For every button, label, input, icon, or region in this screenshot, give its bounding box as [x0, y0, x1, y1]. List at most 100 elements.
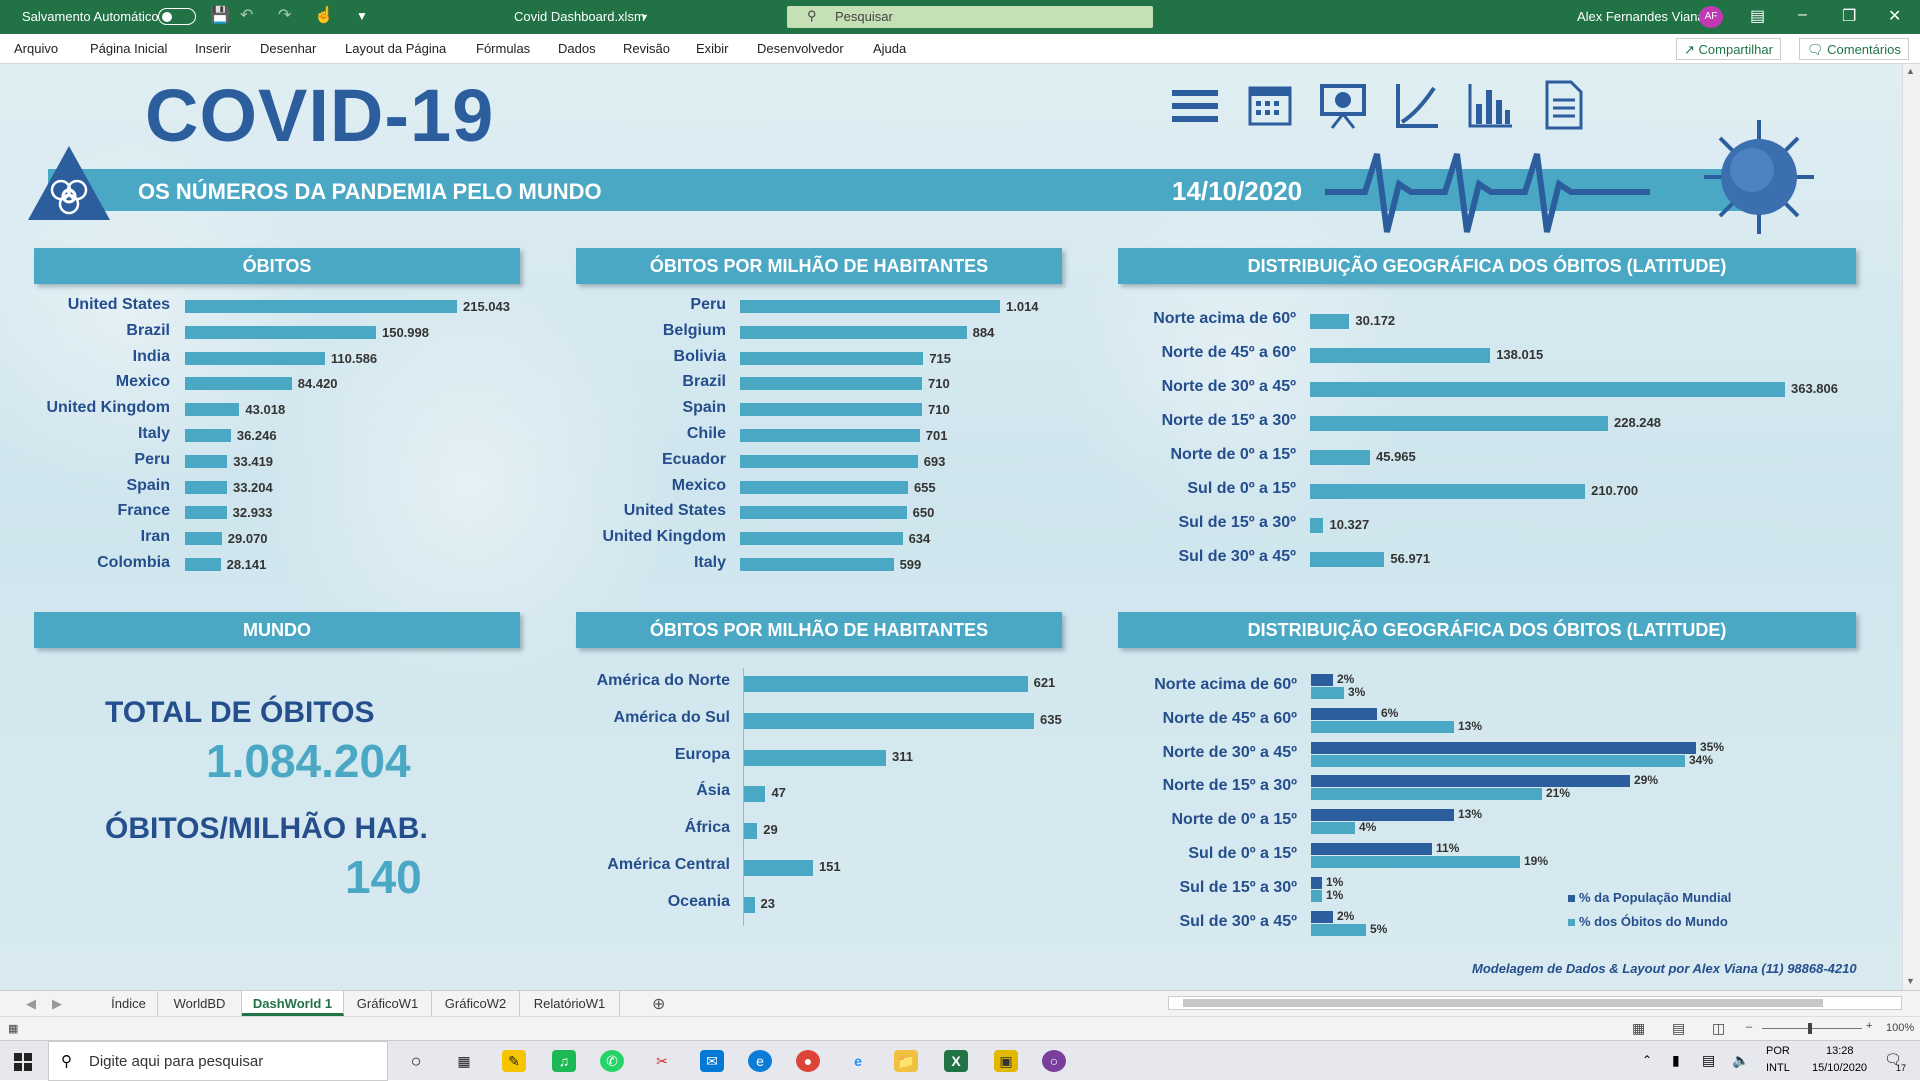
mail-icon[interactable]: ✉ [700, 1050, 724, 1072]
network-icon[interactable]: ▤ [1702, 1052, 1715, 1069]
snipping-tool-icon[interactable]: ✂ [650, 1050, 674, 1072]
scroll-up-icon[interactable]: ▲ [1906, 66, 1915, 76]
prev-sheet-icon[interactable]: ◀ [26, 996, 36, 1012]
cortana-icon[interactable]: ○ [404, 1050, 428, 1072]
customize-qat-icon[interactable]: ▼ [356, 6, 368, 26]
save-icon[interactable]: 💾 [210, 6, 230, 26]
windows-start-icon[interactable] [14, 1053, 32, 1071]
page-layout-view-icon[interactable]: ▤ [1672, 1020, 1685, 1037]
chrome-icon[interactable]: ● [796, 1050, 820, 1072]
data-label: 710 [928, 402, 950, 418]
language-indicator[interactable]: POR [1766, 1045, 1790, 1057]
menu-desenvolvedor[interactable]: Desenvolvedor [757, 41, 844, 56]
battery-icon[interactable]: ▮ [1672, 1052, 1680, 1069]
horizontal-scrollbar[interactable] [1168, 996, 1902, 1010]
edge-icon[interactable]: e [748, 1050, 772, 1072]
ribbon-display-icon[interactable]: ▤ [1750, 6, 1765, 26]
sheet-tab-dashworld1[interactable]: DashWorld 1 [242, 991, 344, 1016]
sheet-tab-graficow2[interactable]: GráficoW2 [432, 991, 520, 1016]
menu-pagina-inicial[interactable]: Página Inicial [90, 41, 167, 56]
share-button[interactable]: ↗ Compartilhar [1676, 38, 1781, 60]
clock-date[interactable]: 15/10/2020 [1812, 1062, 1867, 1074]
undo-icon[interactable]: ↶ [240, 6, 253, 26]
comments-button[interactable]: 🗨 Comentários [1799, 38, 1909, 60]
legend-swatch [1568, 895, 1575, 902]
panel-header-continentes: ÓBITOS POR MILHÃO DE HABITANTES [576, 612, 1062, 648]
heartbeat-line-icon [1325, 153, 1650, 233]
sheet-tab-graficow1[interactable]: GráficoW1 [344, 991, 432, 1016]
file-name[interactable]: Covid Dashboard.xlsm [514, 9, 645, 24]
category-label: Chile [686, 425, 726, 442]
data-bar [740, 325, 967, 339]
zoom-slider[interactable] [1762, 1023, 1862, 1034]
file-explorer-icon[interactable]: 📁 [894, 1050, 918, 1072]
add-sheet-icon[interactable]: ⊕ [652, 994, 665, 1014]
search-box[interactable]: ⚲ Pesquisar [787, 6, 1153, 28]
keyboard-layout[interactable]: INTL [1766, 1062, 1790, 1074]
sheet-tab-worldbd[interactable]: WorldBD [158, 991, 242, 1016]
autosave-toggle[interactable] [158, 8, 196, 25]
user-name[interactable]: Alex Fernandes Viana [1577, 9, 1705, 24]
menu-exibir[interactable]: Exibir [696, 41, 729, 56]
restore-icon[interactable]: ❐ [1842, 6, 1856, 26]
task-view-icon[interactable]: ▦ [452, 1050, 476, 1072]
sticky-notes-icon[interactable]: ✎ [502, 1050, 526, 1072]
menu-desenhar[interactable]: Desenhar [260, 41, 316, 56]
sheet-tab-indice[interactable]: Índice [100, 991, 158, 1016]
menu-revisao[interactable]: Revisão [623, 41, 670, 56]
bar-chart-icon[interactable] [1468, 82, 1512, 128]
minimize-icon[interactable]: – [1798, 6, 1807, 24]
menu-arquivo[interactable]: Arquivo [14, 41, 58, 56]
presentation-icon[interactable] [1320, 82, 1366, 130]
vertical-scrollbar[interactable]: ▲ ▼ [1902, 64, 1920, 990]
data-label: 5% [1370, 921, 1388, 936]
media-app-icon[interactable]: ○ [1042, 1050, 1066, 1072]
scrollbar-thumb[interactable] [1183, 999, 1823, 1007]
file-menu-chevron-icon[interactable]: ▼ [640, 12, 649, 22]
category-label: Sul de 30º a 45º [1178, 548, 1296, 565]
zoom-out-icon[interactable]: – [1746, 1021, 1752, 1033]
category-label: Brazil [126, 321, 170, 339]
next-sheet-icon[interactable]: ▶ [52, 996, 62, 1012]
app-icon[interactable]: ▣ [994, 1050, 1018, 1072]
zoom-in-icon[interactable]: + [1866, 1020, 1872, 1032]
document-icon[interactable] [1545, 80, 1583, 130]
data-bar-deaths [1311, 822, 1355, 835]
menu-ajuda[interactable]: Ajuda [873, 41, 906, 56]
excel-icon[interactable]: X [944, 1050, 968, 1072]
data-label: 151 [818, 859, 841, 874]
calendar-icon[interactable] [1248, 84, 1292, 126]
clock-time[interactable]: 13:28 [1826, 1045, 1854, 1057]
sheet-tab-relatoriow1[interactable]: RelatórioW1 [520, 991, 620, 1016]
redo-icon[interactable]: ↷ [278, 6, 291, 26]
category-label: United Kingdom [602, 528, 726, 546]
menu-inserir[interactable]: Inserir [195, 41, 231, 56]
menu-formulas[interactable]: Fórmulas [476, 41, 530, 56]
volume-icon[interactable]: 🔈 [1732, 1052, 1749, 1069]
status-bar: ▦ ▦ ▤ ◫ – + 100% [0, 1016, 1920, 1040]
page-break-view-icon[interactable]: ◫ [1712, 1020, 1725, 1037]
zoom-slider-thumb[interactable] [1808, 1023, 1812, 1034]
macro-record-icon[interactable]: ▦ [8, 1022, 18, 1035]
whatsapp-icon[interactable]: ✆ [600, 1050, 624, 1072]
taskbar-search-box[interactable]: ⚲ Digite aqui para pesquisar [48, 1041, 388, 1081]
line-chart-icon[interactable] [1394, 82, 1440, 130]
avatar[interactable]: AF [1699, 6, 1723, 28]
internet-explorer-icon[interactable]: e [846, 1050, 870, 1072]
menu-icon[interactable] [1172, 86, 1218, 126]
touch-mode-icon[interactable]: ☝ [314, 6, 334, 26]
menu-dados[interactable]: Dados [558, 41, 596, 56]
data-bar-deaths [1311, 687, 1344, 699]
data-label: 11% [1436, 841, 1460, 855]
close-icon[interactable]: ✕ [1888, 6, 1901, 26]
menu-layout[interactable]: Layout da Página [345, 41, 446, 56]
spotify-icon[interactable]: ♫ [552, 1050, 576, 1072]
panel-header-obitos: ÓBITOS [34, 248, 520, 284]
zoom-level[interactable]: 100% [1886, 1022, 1914, 1034]
data-label: 28.141 [226, 557, 267, 572]
share-label: Compartilhar [1698, 42, 1773, 57]
scroll-down-icon[interactable]: ▼ [1906, 976, 1915, 986]
show-hidden-icons-icon[interactable]: ⌃ [1642, 1053, 1652, 1067]
category-label: Peru [134, 450, 170, 468]
normal-view-icon[interactable]: ▦ [1632, 1020, 1645, 1037]
